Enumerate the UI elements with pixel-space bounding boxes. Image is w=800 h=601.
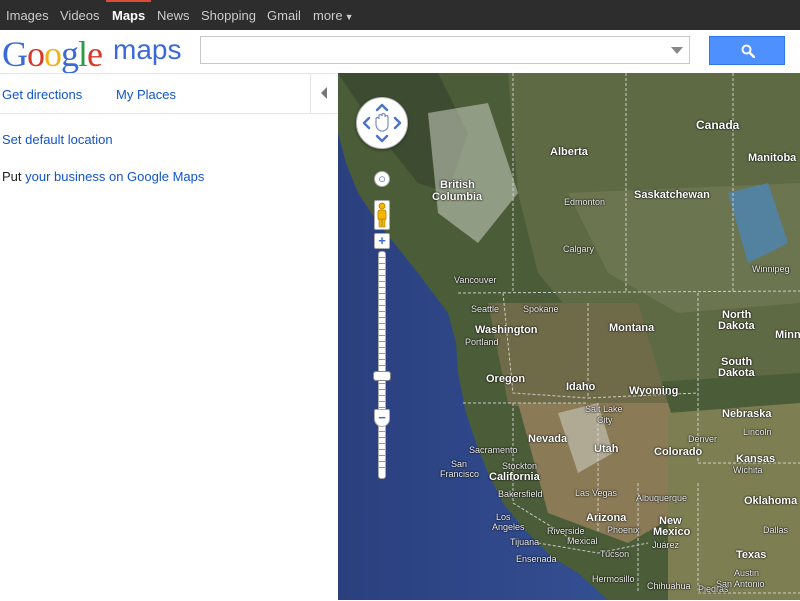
label-riverside: Riverside xyxy=(547,526,585,536)
dropdown-arrow-icon[interactable] xyxy=(671,47,683,54)
label-texas: Texas xyxy=(736,549,767,561)
label-san-francisco: Francisco xyxy=(440,469,480,479)
label-phoenix: Phoenix xyxy=(607,525,640,535)
pan-right-icon[interactable] xyxy=(393,116,402,130)
label-spokane: Spokane xyxy=(523,304,559,314)
label-wichita: Wichita xyxy=(733,465,763,475)
label-san: San xyxy=(451,459,468,469)
label-portland: Portland xyxy=(465,337,499,347)
label-british: British xyxy=(440,179,475,191)
label-lincoln: Lincoln xyxy=(743,427,772,437)
nav-more-label: more xyxy=(313,8,343,23)
label-sacramento: Sacramento xyxy=(469,445,518,455)
label-minn: Minn xyxy=(775,329,800,341)
label-colorado: Colorado xyxy=(654,446,703,458)
nav-gmail[interactable]: Gmail xyxy=(267,0,301,30)
label-denver: Denver xyxy=(688,434,718,444)
label-columbia: Columbia xyxy=(432,191,483,203)
label-chihuahua: Chihuahua xyxy=(647,581,691,591)
label-saskatchewan: Saskatchewan xyxy=(634,189,710,201)
label-edmonton: Edmonton xyxy=(564,197,606,207)
get-directions-link[interactable]: Get directions xyxy=(2,87,82,102)
label-vancouver: Vancouver xyxy=(454,275,497,285)
business-link[interactable]: your business on Google Maps xyxy=(25,169,204,184)
label-new-mexico: Mexico xyxy=(653,526,691,538)
label-albuquerque: Albuquerque xyxy=(636,493,688,503)
google-logo[interactable]: Google xyxy=(2,33,103,75)
pan-up-icon[interactable] xyxy=(375,103,389,112)
label-san-antonio: San Antonio xyxy=(716,579,765,589)
label-calgary: Calgary xyxy=(563,244,595,254)
google-top-bar: Images Videos Maps News Shopping Gmail m… xyxy=(0,0,800,30)
search-button[interactable] xyxy=(709,36,785,65)
label-wyoming: Wyoming xyxy=(629,385,679,397)
nav-more[interactable]: more ▼ xyxy=(313,0,354,30)
caret-down-icon: ▼ xyxy=(344,12,354,22)
search-icon xyxy=(741,44,755,58)
label-oregon: Oregon xyxy=(486,373,526,385)
label-juarez: Juárez xyxy=(652,540,680,550)
label-tucson: Tucson xyxy=(600,549,630,559)
label-dallas: Dallas xyxy=(763,525,789,535)
my-places-link[interactable]: My Places xyxy=(116,87,176,102)
side-panel: Get directions My Places Set default loc… xyxy=(0,73,338,601)
label-hermosillo: Hermosillo xyxy=(592,574,635,584)
label-california: California xyxy=(489,471,540,483)
label-mexicali: Mexical xyxy=(567,536,598,546)
label-salt-lake-city: City xyxy=(597,415,613,425)
label-winnipeg: Winnipeg xyxy=(752,264,790,274)
label-alberta: Alberta xyxy=(550,146,588,158)
label-south-dakota: Dakota xyxy=(718,367,755,379)
street-view-pegman[interactable] xyxy=(374,200,390,230)
label-north-dakota: Dakota xyxy=(718,320,755,332)
product-name: maps xyxy=(113,34,182,65)
map-canvas[interactable]: Canada Alberta Manitoba British Columbia… xyxy=(338,73,800,600)
label-ensenada: Ensenada xyxy=(516,554,557,564)
label-arizona: Arizona xyxy=(586,512,627,524)
label-austin: Austin xyxy=(734,568,760,578)
panel-tabs: Get directions My Places xyxy=(0,74,311,114)
zoom-slider-thumb[interactable] xyxy=(373,371,391,381)
zoom-out-button[interactable]: − xyxy=(374,409,390,427)
search-box[interactable] xyxy=(200,36,690,64)
label-tijuana: Tijuana xyxy=(510,537,540,547)
pan-control[interactable] xyxy=(356,97,408,149)
nav-maps[interactable]: Maps xyxy=(105,0,152,30)
label-los: Los xyxy=(496,512,511,522)
label-bakersfield: Bakersfield xyxy=(498,489,543,499)
set-default-location-link[interactable]: Set default location xyxy=(2,132,113,147)
pan-down-icon[interactable] xyxy=(375,134,389,143)
hand-icon xyxy=(375,112,389,132)
nav-videos[interactable]: Videos xyxy=(60,0,100,30)
label-salt-lake: Salt Lake xyxy=(585,404,623,414)
label-nebraska: Nebraska xyxy=(722,408,772,420)
label-seattle: Seattle xyxy=(471,304,500,314)
label-las-vegas: Las Vegas xyxy=(575,488,618,498)
collapse-panel-button[interactable] xyxy=(311,74,338,114)
reset-view-button[interactable]: ○ xyxy=(374,171,390,187)
label-oklahoma: Oklahoma xyxy=(744,495,798,507)
label-stockton: Stockton xyxy=(502,461,538,471)
label-montana: Montana xyxy=(609,322,655,334)
zoom-slider-ticks xyxy=(379,257,385,471)
label-los-angeles: Angeles xyxy=(492,522,525,532)
label-canada: Canada xyxy=(696,118,740,132)
nav-news[interactable]: News xyxy=(157,0,190,30)
label-utah: Utah xyxy=(594,443,619,455)
nav-images[interactable]: Images xyxy=(6,0,49,30)
promo-prefix: Put xyxy=(2,169,22,184)
maps-header: Google maps xyxy=(0,30,800,75)
label-manitoba: Manitoba xyxy=(748,152,797,164)
pan-left-icon[interactable] xyxy=(362,116,371,130)
zoom-in-button[interactable]: + xyxy=(374,233,390,249)
label-washington: Washington xyxy=(475,324,538,336)
business-promo: Put your business on Google Maps xyxy=(2,169,204,184)
label-nevada: Nevada xyxy=(528,433,568,445)
zoom-control: ○ + − xyxy=(373,165,391,479)
nav-shopping[interactable]: Shopping xyxy=(201,0,256,30)
search-input[interactable] xyxy=(207,39,661,63)
label-idaho: Idaho xyxy=(566,381,596,393)
pegman-icon xyxy=(377,202,387,228)
label-kansas: Kansas xyxy=(736,453,776,465)
